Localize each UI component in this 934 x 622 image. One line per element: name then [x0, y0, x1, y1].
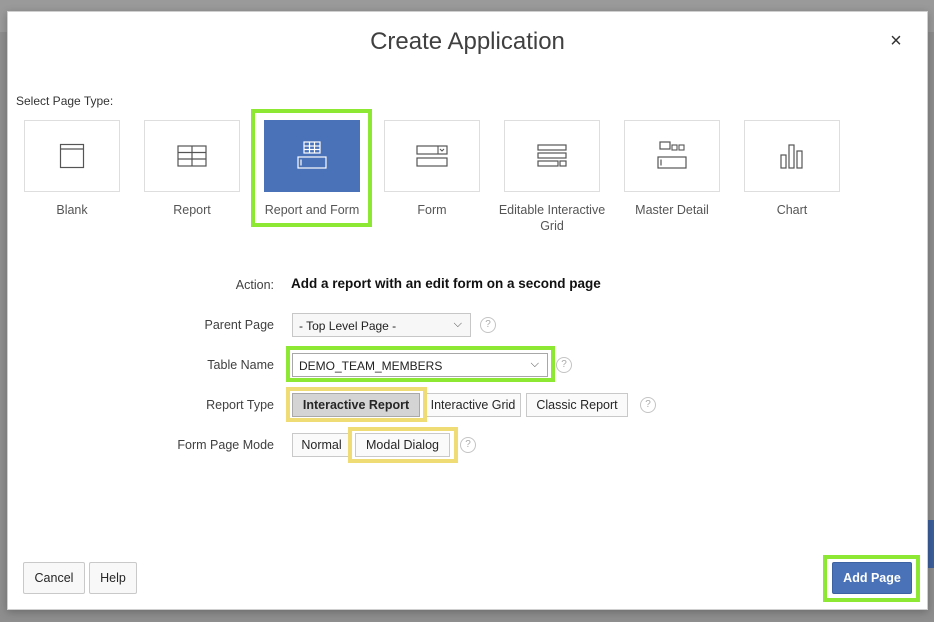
parent-page-row: Parent Page - Top Level Page - ⌵ ? — [8, 313, 927, 339]
help-icon[interactable]: ? — [480, 317, 496, 333]
bar-chart-icon — [744, 120, 840, 192]
action-row: Action: Add a report with an edit form o… — [8, 273, 927, 299]
table-name-label: Table Name — [207, 358, 274, 372]
dialog-title: Create Application — [370, 28, 565, 55]
editable-grid-icon — [504, 120, 600, 192]
parent-page-value: - Top Level Page - — [299, 319, 397, 333]
page-type-picker: Blank Report Report and Form Form Editab… — [8, 120, 927, 250]
report-type-label: Report Type — [206, 398, 274, 412]
help-icon[interactable]: ? — [556, 357, 572, 373]
report-type-interactive-grid[interactable]: Interactive Grid — [425, 393, 521, 417]
chevron-down-icon: ⌵ — [453, 318, 462, 330]
help-icon[interactable]: ? — [460, 437, 476, 453]
form-page-mode-label: Form Page Mode — [177, 438, 274, 452]
selected-type-highlight — [251, 109, 372, 227]
select-page-type-label: Select Page Type: — [16, 94, 114, 108]
action-description: Add a report with an edit form on a seco… — [291, 276, 601, 291]
cancel-button[interactable]: Cancel — [23, 562, 85, 594]
form-mode-highlight — [348, 427, 458, 463]
page-type-label: Master Detail — [635, 203, 709, 217]
help-button[interactable]: Help — [89, 562, 137, 594]
close-icon[interactable]: × — [885, 30, 907, 52]
page-type-label: Report — [173, 203, 211, 217]
parent-page-label: Parent Page — [204, 318, 275, 332]
form-icon — [384, 120, 480, 192]
report-table-icon — [144, 120, 240, 192]
form-mode-normal[interactable]: Normal — [292, 433, 351, 457]
report-type-classic-report[interactable]: Classic Report — [526, 393, 628, 417]
action-label: Action: — [235, 278, 274, 292]
master-detail-icon — [624, 120, 720, 192]
blank-page-icon — [24, 120, 120, 192]
table-name-highlight — [286, 346, 555, 382]
report-type-highlight — [286, 387, 427, 422]
parent-page-select[interactable]: - Top Level Page - ⌵ — [292, 313, 471, 337]
help-icon[interactable]: ? — [640, 397, 656, 413]
page-type-label: Blank — [56, 203, 88, 217]
page-type-label: Form — [417, 203, 447, 217]
page-type-label: Chart — [776, 203, 808, 217]
add-page-highlight — [823, 555, 920, 602]
report-type-row: Report Type Interactive Report Interacti… — [8, 393, 927, 419]
form-page-mode-row: Form Page Mode Normal Modal Dialog ? — [8, 433, 927, 459]
create-application-dialog: Create Application × Select Page Type: B… — [7, 11, 928, 610]
page-type-label: Editable Interactive Grid — [498, 203, 606, 233]
